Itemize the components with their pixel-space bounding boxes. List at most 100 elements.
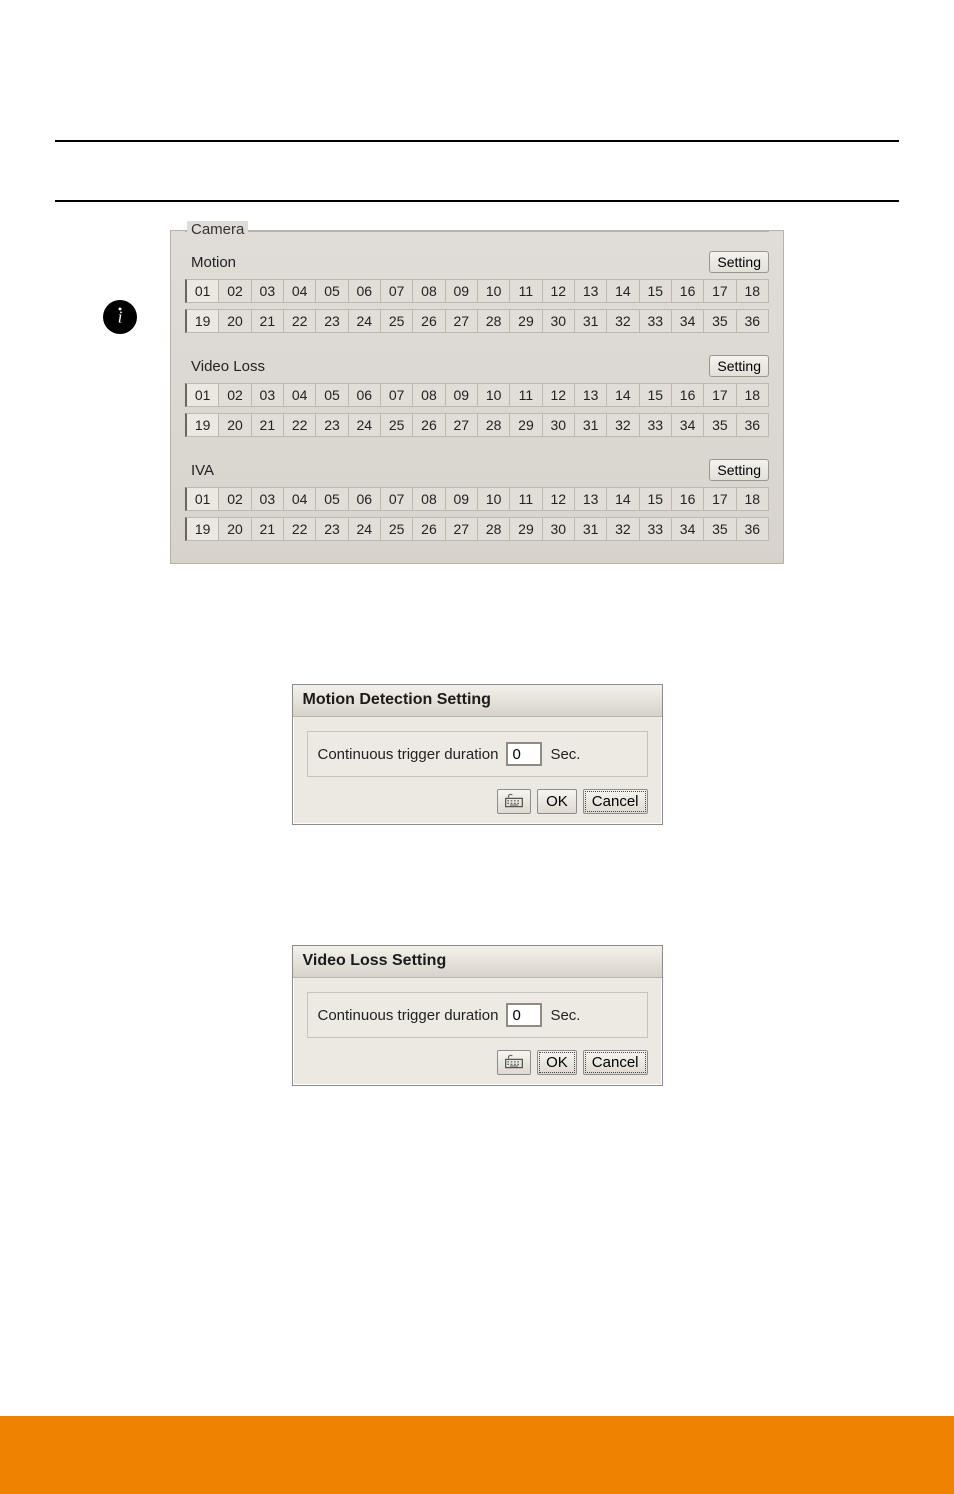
channel-cell[interactable]: 25 [381,517,413,541]
channel-cell[interactable]: 10 [478,279,510,303]
channel-cell[interactable]: 03 [252,487,284,511]
channel-cell[interactable]: 16 [672,279,704,303]
channel-cell[interactable]: 27 [446,413,478,437]
channel-cell[interactable]: 34 [672,517,704,541]
channel-cell[interactable]: 26 [413,517,445,541]
channel-cell[interactable]: 15 [640,383,672,407]
channel-cell[interactable]: 35 [704,413,736,437]
channel-cell[interactable]: 14 [607,487,639,511]
channel-cell[interactable]: 36 [737,413,769,437]
channel-cell[interactable]: 32 [607,517,639,541]
channel-cell[interactable]: 35 [704,309,736,333]
channel-cell[interactable]: 31 [575,517,607,541]
channel-cell[interactable]: 29 [510,413,542,437]
channel-cell[interactable]: 13 [575,279,607,303]
channel-cell[interactable]: 30 [543,413,575,437]
channel-cell[interactable]: 25 [381,309,413,333]
channel-cell[interactable]: 20 [219,413,251,437]
channel-cell[interactable]: 31 [575,309,607,333]
trigger-duration-input[interactable] [506,1003,542,1027]
channel-cell[interactable]: 05 [316,383,348,407]
channel-cell[interactable]: 17 [704,383,736,407]
channel-cell[interactable]: 33 [640,413,672,437]
channel-cell[interactable]: 19 [185,517,219,541]
channel-cell[interactable]: 17 [704,487,736,511]
channel-cell[interactable]: 21 [252,517,284,541]
channel-cell[interactable]: 33 [640,309,672,333]
channel-cell[interactable]: 15 [640,279,672,303]
channel-cell[interactable]: 33 [640,517,672,541]
channel-cell[interactable]: 26 [413,309,445,333]
channel-cell[interactable]: 10 [478,383,510,407]
channel-cell[interactable]: 28 [478,517,510,541]
channel-cell[interactable]: 23 [316,309,348,333]
channel-cell[interactable]: 34 [672,309,704,333]
channel-cell[interactable]: 21 [252,309,284,333]
channel-cell[interactable]: 01 [185,383,219,407]
channel-cell[interactable]: 06 [349,383,381,407]
channel-cell[interactable]: 05 [316,487,348,511]
virtual-keyboard-button[interactable] [497,1050,531,1075]
cancel-button[interactable]: Cancel [583,1050,648,1075]
channel-cell[interactable]: 11 [510,487,542,511]
channel-cell[interactable]: 06 [349,487,381,511]
channel-cell[interactable]: 12 [543,279,575,303]
channel-cell[interactable]: 11 [510,383,542,407]
channel-cell[interactable]: 12 [543,383,575,407]
channel-cell[interactable]: 09 [446,487,478,511]
channel-cell[interactable]: 24 [349,413,381,437]
channel-cell[interactable]: 36 [737,517,769,541]
channel-cell[interactable]: 03 [252,279,284,303]
channel-cell[interactable]: 07 [381,279,413,303]
channel-cell[interactable]: 05 [316,279,348,303]
cancel-button[interactable]: Cancel [583,789,648,814]
channel-cell[interactable]: 23 [316,517,348,541]
channel-cell[interactable]: 22 [284,517,316,541]
channel-cell[interactable]: 13 [575,383,607,407]
channel-cell[interactable]: 12 [543,487,575,511]
channel-cell[interactable]: 09 [446,383,478,407]
channel-cell[interactable]: 22 [284,413,316,437]
channel-cell[interactable]: 14 [607,383,639,407]
channel-cell[interactable]: 27 [446,517,478,541]
channel-cell[interactable]: 18 [737,487,769,511]
channel-cell[interactable]: 32 [607,309,639,333]
channel-cell[interactable]: 15 [640,487,672,511]
setting-button-motion[interactable]: Setting [709,251,769,273]
channel-cell[interactable]: 28 [478,309,510,333]
channel-cell[interactable]: 08 [413,383,445,407]
channel-cell[interactable]: 09 [446,279,478,303]
channel-cell[interactable]: 31 [575,413,607,437]
setting-button-iva[interactable]: Setting [709,459,769,481]
channel-cell[interactable]: 03 [252,383,284,407]
channel-cell[interactable]: 04 [284,487,316,511]
channel-cell[interactable]: 21 [252,413,284,437]
setting-button-video-loss[interactable]: Setting [709,355,769,377]
channel-cell[interactable]: 14 [607,279,639,303]
channel-cell[interactable]: 29 [510,517,542,541]
channel-cell[interactable]: 01 [185,487,219,511]
channel-cell[interactable]: 11 [510,279,542,303]
channel-cell[interactable]: 02 [219,487,251,511]
channel-cell[interactable]: 32 [607,413,639,437]
channel-cell[interactable]: 22 [284,309,316,333]
channel-cell[interactable]: 20 [219,309,251,333]
channel-cell[interactable]: 30 [543,517,575,541]
channel-cell[interactable]: 18 [737,279,769,303]
trigger-duration-input[interactable] [506,742,542,766]
channel-cell[interactable]: 02 [219,279,251,303]
channel-cell[interactable]: 28 [478,413,510,437]
channel-cell[interactable]: 04 [284,383,316,407]
ok-button[interactable]: OK [537,789,577,814]
ok-button[interactable]: OK [537,1050,577,1075]
channel-cell[interactable]: 17 [704,279,736,303]
channel-cell[interactable]: 25 [381,413,413,437]
channel-cell[interactable]: 19 [185,309,219,333]
channel-cell[interactable]: 16 [672,487,704,511]
channel-cell[interactable]: 18 [737,383,769,407]
channel-cell[interactable]: 07 [381,383,413,407]
channel-cell[interactable]: 23 [316,413,348,437]
channel-cell[interactable]: 01 [185,279,219,303]
channel-cell[interactable]: 07 [381,487,413,511]
channel-cell[interactable]: 30 [543,309,575,333]
